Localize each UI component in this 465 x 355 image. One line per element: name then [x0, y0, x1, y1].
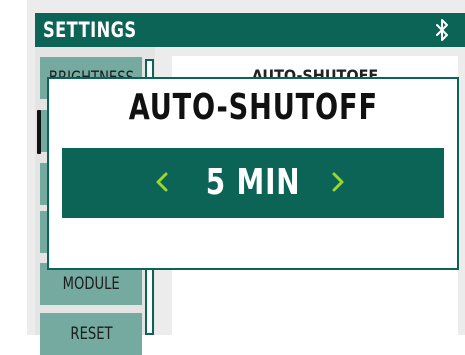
shutoff-value-text: 5 MIN	[205, 162, 301, 203]
shutoff-value: 5 MIN	[62, 162, 444, 203]
selection-indicator	[37, 110, 41, 154]
title-bar: SETTINGS	[35, 13, 465, 47]
auto-shutoff-dialog: AUTO-SHUTOFF 5 MIN	[47, 77, 459, 270]
dialog-title: AUTO-SHUTOFF	[49, 87, 457, 128]
value-selector[interactable]: 5 MIN	[62, 148, 444, 218]
sidebar-item-reset[interactable]: RESET	[40, 313, 142, 355]
chevron-right-icon[interactable]	[328, 168, 348, 196]
bluetooth-icon	[436, 19, 448, 41]
page-title: SETTINGS	[43, 18, 137, 42]
sidebar-item-label: RESET	[69, 324, 113, 344]
dialog-title-text: AUTO-SHUTOFF	[128, 87, 378, 128]
